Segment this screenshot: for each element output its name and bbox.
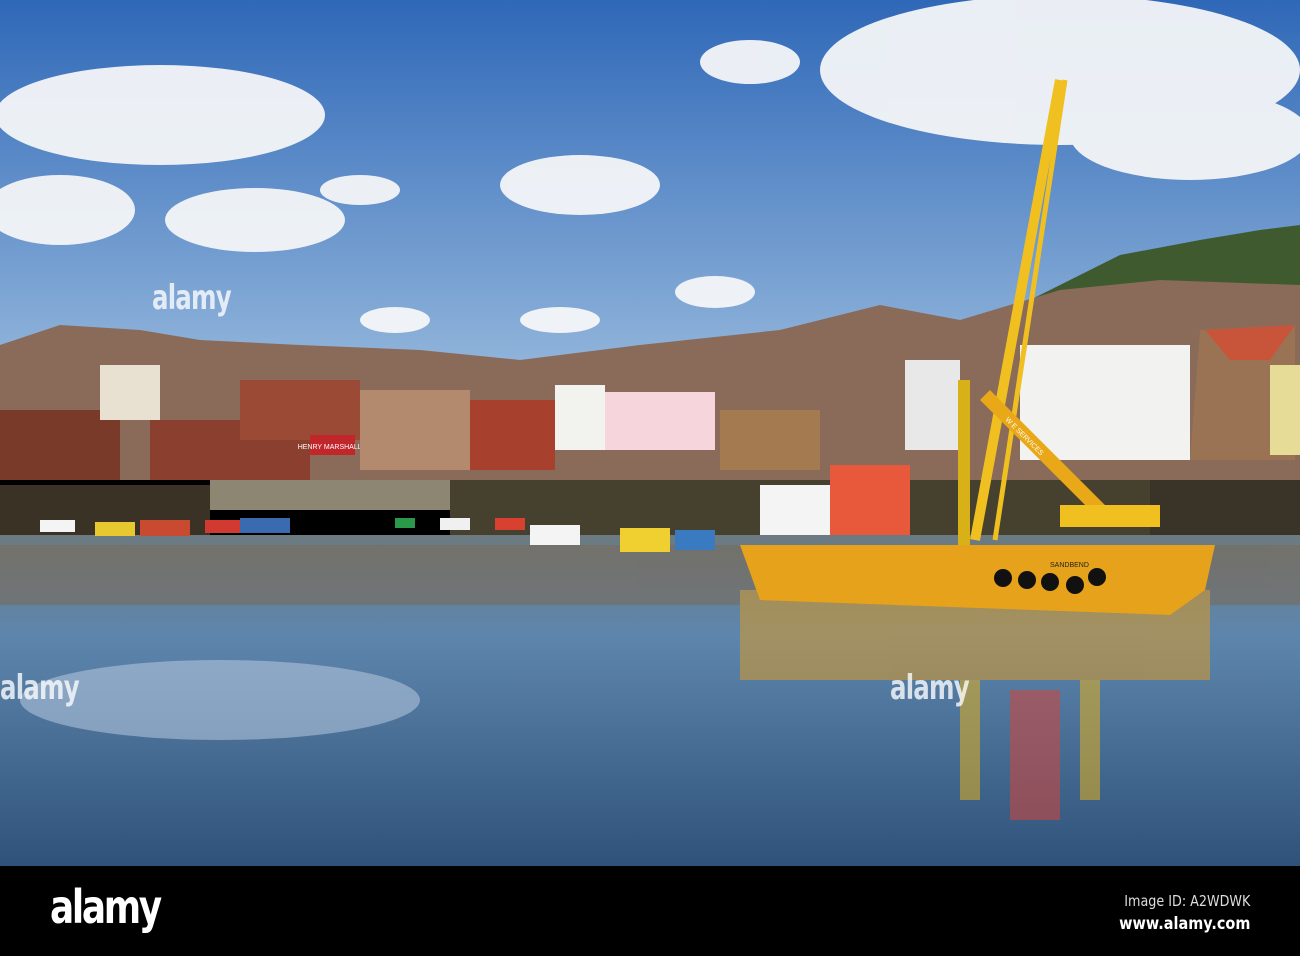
- watermark: alamy: [0, 668, 80, 708]
- website-link[interactable]: www.alamy.com: [1119, 914, 1250, 934]
- boat-name: SANDBEND: [1050, 562, 1089, 569]
- alamy-logo: alamy: [50, 880, 162, 934]
- footer-bar: alamy Image ID: A2WDWK www.alamy.com: [0, 866, 1300, 956]
- shop-sign: HENRY MARSHALLS: [298, 444, 367, 451]
- harbour-scene: HENRY MARSHALLS SANDBEND W E SERVICES: [0, 0, 1300, 866]
- stock-photo: HENRY MARSHALLS SANDBEND W E SERVICES al…: [0, 0, 1300, 956]
- watermark: alamy: [890, 668, 970, 708]
- watermark: alamy: [152, 278, 232, 318]
- image-id: Image ID: A2WDWK: [1123, 892, 1250, 910]
